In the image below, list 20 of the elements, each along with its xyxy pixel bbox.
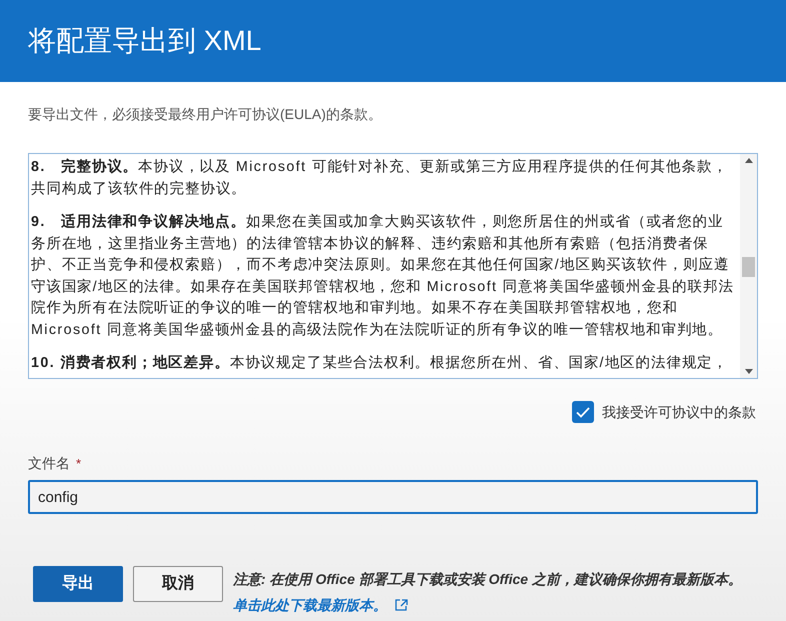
note-text: 注意: 在使用 Office 部署工具下载或安装 Office 之前，建议确保你拥有最新版本。 单击此处下载最新版本。 xyxy=(233,570,743,615)
external-link-icon xyxy=(395,599,408,611)
scroll-down-icon[interactable] xyxy=(744,369,752,374)
accept-checkbox[interactable] xyxy=(572,401,594,423)
intro-text: 要导出文件，必须接受最终用户许可协议(EULA)的条款。 xyxy=(28,105,383,124)
filename-field[interactable]: config xyxy=(28,480,758,514)
scroll-up-icon[interactable] xyxy=(744,158,752,163)
download-link[interactable]: 单击此处下载最新版本。 xyxy=(233,597,387,613)
filename-label: 文件名 xyxy=(28,454,70,473)
eula-paragraph: 8. 完整协议。本协议，以及 Microsoft 可能针对补充、更新或第三方应用程序提供的任何其他条款，共同构成了该软件的完整协议。 xyxy=(31,157,729,198)
required-mark: * xyxy=(76,454,82,473)
scrollbar[interactable] xyxy=(740,154,757,378)
check-icon xyxy=(576,406,590,418)
eula-paragraph: 10. 消费者权利；地区差异。本协议规定了某些合法权利。根据您所在州、省、国家/地区的法律规定， xyxy=(31,354,730,373)
dialog-title: 将配置导出到 XML xyxy=(28,24,262,58)
export-button[interactable]: 导出 xyxy=(33,566,123,602)
accept-label: 我接受许可协议中的条款 xyxy=(602,402,756,422)
scrollbar-thumb[interactable] xyxy=(742,257,755,277)
cancel-button[interactable]: 取消 xyxy=(133,566,223,602)
eula-paragraph: 9. 适用法律和争议解决地点。如果您在美国或加拿大购买该软件，则您所居住的州或省（或者您的业务所在地，这里指业务主营地）的法律管辖本协议的解释、违约索赔和其他所有索赔（包括消费者保护、不正当竞争和侵权索赔），而不考虑冲突法原则。如果您在其他任何国家/地区购买该软件，则应遵守该国家/地区的法律。如果存在美国联邦管辖权地，您和 Microsoft 同意将美国华盛顿州金县的联邦法院作为所有在法院听证的争议的唯一的管辖权地和审判地。如果不存在美国联邦管辖权地，您和 Microsoft 同意将美国华盛顿州金县的高级法院作为在法院听证的所有争议的唯一管辖权地和审判地。 xyxy=(31,212,735,340)
